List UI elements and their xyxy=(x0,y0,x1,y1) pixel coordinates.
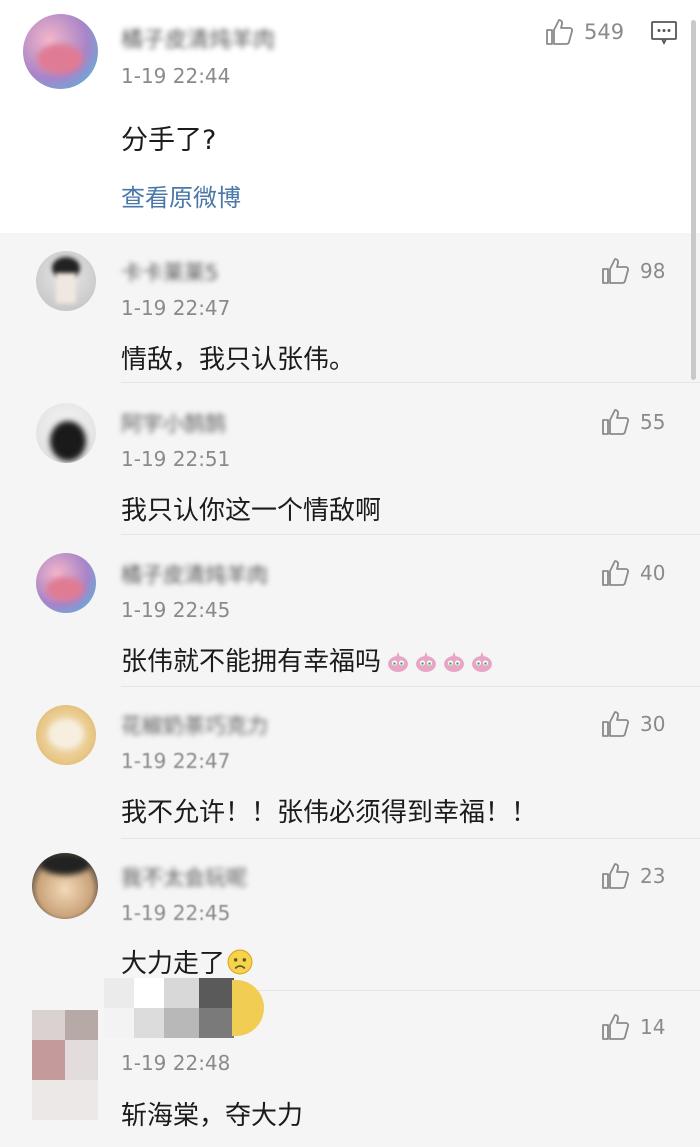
like-count: 40 xyxy=(640,561,666,585)
divider xyxy=(121,686,700,687)
comment-text: 分手了? xyxy=(121,125,217,156)
username[interactable]: 阿宇小鹄鹄 xyxy=(121,408,226,438)
scrollbar[interactable] xyxy=(691,20,696,380)
thumbs-up-icon xyxy=(602,711,630,737)
reply-text: 斩海棠，夺大力 xyxy=(121,1101,304,1131)
thumbs-up-icon xyxy=(602,409,630,435)
like-count: 14 xyxy=(640,1015,666,1039)
like-count: 30 xyxy=(640,712,666,736)
view-original-link[interactable]: 查看原微博 xyxy=(121,178,241,213)
reply-text: 大力走了 xyxy=(121,943,253,980)
avatar[interactable] xyxy=(36,705,96,765)
timestamp: 1-19 22:45 xyxy=(121,598,231,622)
avatar[interactable] xyxy=(36,251,96,311)
crying-chick-emoji xyxy=(388,652,409,672)
username[interactable]: 橘子皮清炖羊肉 xyxy=(121,559,268,589)
crying-chick-emoji xyxy=(472,652,493,672)
sad-face-emoji xyxy=(227,949,253,975)
thumbs-up-icon xyxy=(602,560,630,586)
like-count: 98 xyxy=(640,259,666,283)
like-count: 549 xyxy=(584,20,625,44)
divider xyxy=(121,382,700,383)
reply-text: 张伟就不能拥有幸福吗 xyxy=(121,641,493,678)
timestamp: 1-19 22:47 xyxy=(121,749,231,773)
timestamp: 1-19 22:51 xyxy=(121,447,231,471)
reply-text: 我不允许！！张伟必须得到幸福！！ xyxy=(121,798,538,828)
reply-text: 我只认你这一个情敌啊 xyxy=(121,496,382,526)
crying-chick-emoji xyxy=(416,652,437,672)
username-censored[interactable] xyxy=(104,978,264,1038)
timestamp: 1-19 22:47 xyxy=(121,296,231,320)
timestamp: 1-19 22:48 xyxy=(121,1051,231,1075)
timestamp: 1-19 22:45 xyxy=(121,901,231,925)
avatar[interactable] xyxy=(32,1010,98,1120)
avatar[interactable] xyxy=(32,853,98,919)
reply-text: 情敌，我只认张伟。 xyxy=(121,345,356,375)
like-button[interactable]: 30 xyxy=(600,710,665,738)
like-count: 23 xyxy=(640,864,666,888)
like-button[interactable]: 549 xyxy=(544,18,624,46)
thumbs-up-icon xyxy=(546,19,574,45)
like-button[interactable]: 23 xyxy=(600,862,665,890)
timestamp: 1-19 22:44 xyxy=(121,64,231,88)
like-button[interactable]: 55 xyxy=(600,408,665,436)
username[interactable]: 我不太会玩呢 xyxy=(121,862,247,892)
avatar[interactable] xyxy=(23,14,98,89)
divider xyxy=(121,838,700,839)
thumbs-up-icon xyxy=(602,1014,630,1040)
reply-list: 卡卡莱莱5 1-19 22:47 情敌，我只认张伟。 98 阿宇小鹄鹄 1-19… xyxy=(0,233,700,1147)
thumbs-up-icon xyxy=(602,258,630,284)
comment-icon[interactable] xyxy=(650,20,678,50)
reply-text-content: 张伟就不能拥有幸福吗 xyxy=(121,647,382,677)
original-comment: 橘子皮清炖羊肉 1-19 22:44 分手了? 查看原微博 549 xyxy=(0,0,700,233)
username[interactable]: 橘子皮清炖羊肉 xyxy=(121,22,275,54)
like-button[interactable]: 40 xyxy=(600,559,665,587)
like-button[interactable]: 14 xyxy=(600,1013,665,1041)
avatar[interactable] xyxy=(36,403,96,463)
reply-text-content: 大力走了 xyxy=(121,949,226,979)
username[interactable]: 花椒奶茶巧克力 xyxy=(121,710,268,740)
divider xyxy=(121,534,700,535)
username[interactable]: 卡卡莱莱5 xyxy=(121,257,218,287)
like-count: 55 xyxy=(640,410,666,434)
like-button[interactable]: 98 xyxy=(600,257,665,285)
thumbs-up-icon xyxy=(602,863,630,889)
avatar[interactable] xyxy=(36,553,96,613)
crying-chick-emoji xyxy=(444,652,465,672)
